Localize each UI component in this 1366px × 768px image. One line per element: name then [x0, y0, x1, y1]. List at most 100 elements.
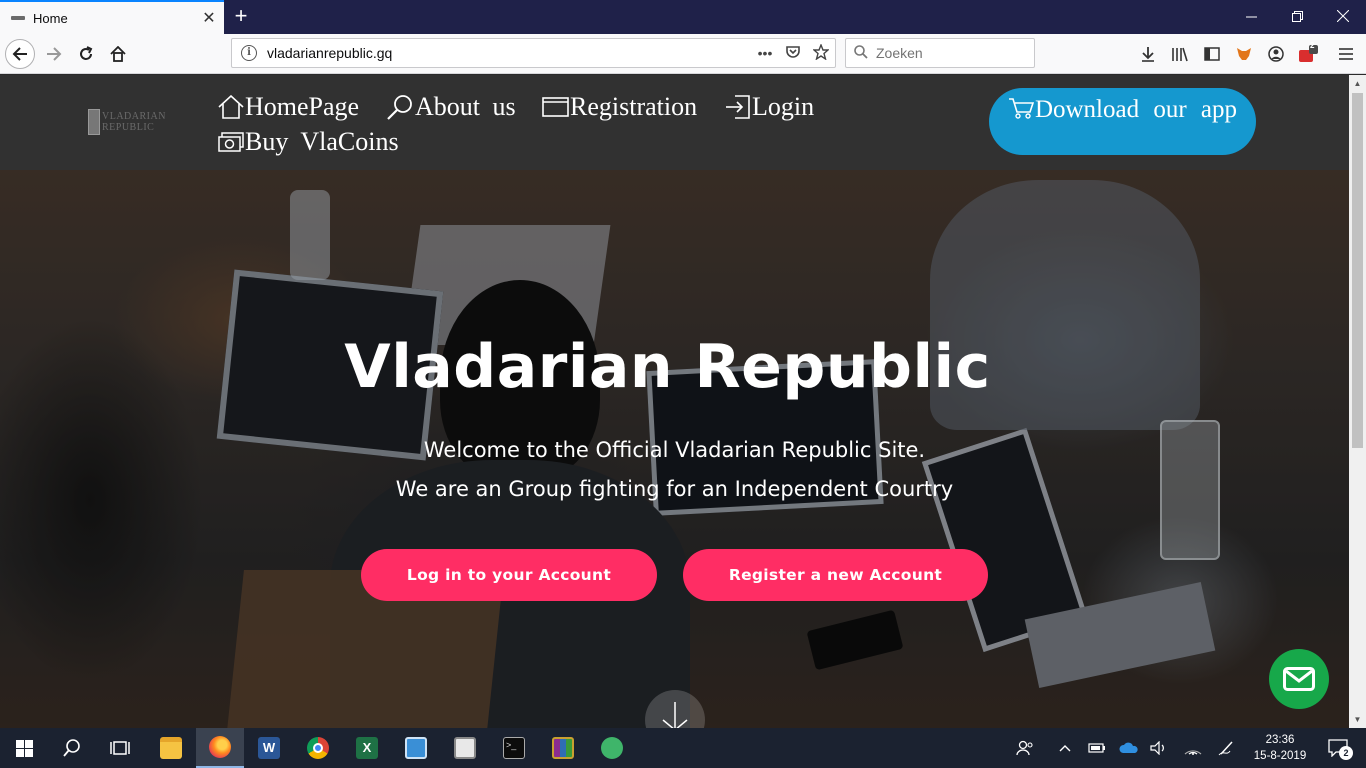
logo-line-2: REPUBLIC	[102, 122, 155, 133]
restore-button[interactable]	[1274, 0, 1320, 34]
action-center-button[interactable]: 2	[1318, 728, 1358, 768]
hero-title: Vladarian Republic	[344, 332, 991, 402]
forward-button[interactable]	[39, 39, 69, 69]
tab-home[interactable]: Home ✕	[0, 0, 224, 34]
close-window-button[interactable]	[1320, 0, 1366, 34]
hero-subtitle-2: We are an Group fighting for an Independ…	[395, 477, 954, 501]
download-app-button[interactable]: Download our app	[989, 88, 1256, 155]
library-icon[interactable]	[1168, 42, 1192, 66]
taskbar-app-control-panel[interactable]	[392, 728, 440, 768]
chrome-icon	[307, 737, 329, 759]
calculator-icon	[454, 737, 476, 759]
taskbar-file-explorer[interactable]	[147, 728, 195, 768]
contact-mail-button[interactable]	[1269, 649, 1329, 709]
window-icon	[542, 97, 569, 117]
back-button[interactable]	[5, 39, 35, 69]
money-icon	[218, 132, 244, 152]
taskbar-search-button[interactable]	[48, 728, 96, 768]
search-placeholder: Zoeken	[876, 45, 923, 61]
tower-logo-icon	[88, 109, 100, 135]
browser-tab-bar: Home ✕ +	[0, 0, 1366, 34]
address-bar[interactable]: i vladarianrepublic.gq •••	[231, 38, 836, 68]
download-app-label: Download our app	[1034, 96, 1238, 123]
nav-registration[interactable]: Registration	[542, 92, 697, 122]
taskbar-excel[interactable]: X	[343, 728, 391, 768]
pocket-icon[interactable]	[779, 45, 807, 62]
search-icon	[63, 739, 80, 757]
scroll-down-arrow-icon[interactable]: ▼	[1349, 711, 1366, 728]
sidebar-icon[interactable]	[1200, 42, 1224, 66]
tab-favicon-icon	[11, 16, 25, 20]
taskbar-calculator[interactable]	[441, 728, 489, 768]
nav-homepage-label: HomePage	[245, 92, 360, 121]
nav-homepage[interactable]: HomePage	[218, 92, 359, 122]
home-button[interactable]	[103, 39, 133, 69]
nav-about-us[interactable]: About us	[386, 92, 516, 122]
task-view-button[interactable]	[96, 728, 144, 768]
page-actions-icon[interactable]: •••	[751, 45, 779, 61]
menu-icon[interactable]	[1334, 42, 1358, 66]
page-scrollbar[interactable]: ▲ ▼	[1349, 75, 1366, 728]
windows-logo-icon	[15, 739, 33, 757]
taskbar-word[interactable]: W	[245, 728, 293, 768]
start-button[interactable]	[0, 728, 48, 768]
minimize-icon	[1245, 16, 1257, 18]
arrow-down-icon	[662, 702, 688, 728]
new-tab-button[interactable]: +	[226, 3, 256, 31]
windows-taskbar: W X >_ 23:36 15-8-2019 2	[0, 728, 1366, 768]
scroll-up-arrow-icon[interactable]: ▲	[1349, 75, 1366, 92]
taskbar-firefox[interactable]	[196, 728, 244, 768]
scrollbar-thumb[interactable]	[1352, 93, 1363, 448]
url-text[interactable]: vladarianrepublic.gq	[267, 45, 751, 61]
forward-arrow-icon	[47, 47, 62, 61]
terminal-icon: >_	[503, 737, 525, 759]
restore-icon	[1291, 11, 1303, 22]
nav-login-label: Login	[752, 92, 815, 121]
wifi-icon[interactable]	[1180, 728, 1206, 768]
notification-count-badge: 2	[1339, 746, 1353, 760]
people-icon[interactable]	[1010, 728, 1040, 768]
onedrive-cloud-icon[interactable]	[1116, 728, 1142, 768]
taskbar-chrome[interactable]	[294, 728, 342, 768]
control-panel-icon	[405, 737, 427, 759]
nav-login[interactable]: Login	[725, 92, 814, 122]
task-view-icon	[110, 741, 130, 755]
reload-icon	[80, 46, 93, 60]
site-header: VLADARIAN REPUBLIC HomePage About us Reg…	[0, 75, 1349, 170]
pen-ink-icon[interactable]	[1214, 728, 1240, 768]
firefox-icon	[209, 736, 231, 758]
bookmark-star-icon[interactable]	[807, 42, 835, 63]
taskbar-send-app[interactable]	[588, 728, 636, 768]
nav-about-label: About us	[415, 92, 516, 121]
home-icon	[110, 46, 126, 62]
volume-icon[interactable]	[1146, 728, 1172, 768]
login-account-button[interactable]: Log in to your Account	[361, 549, 657, 601]
logo-line-1: VLADARIAN	[102, 111, 166, 122]
taskbar-clock[interactable]: 23:36 15-8-2019	[1250, 732, 1310, 764]
show-hidden-icons-chevron-icon[interactable]	[1052, 728, 1078, 768]
back-arrow-icon	[12, 47, 27, 61]
hero-section: Vladarian Republic Welcome to the Offici…	[0, 170, 1349, 728]
site-info-icon[interactable]: i	[241, 45, 257, 61]
tab-close-icon[interactable]: ✕	[194, 8, 224, 28]
site-logo[interactable]: VLADARIAN REPUBLIC	[88, 107, 170, 137]
taskbar-winrar[interactable]	[539, 728, 587, 768]
excel-icon: X	[356, 737, 378, 759]
page-viewport: VLADARIAN REPUBLIC HomePage About us Reg…	[0, 75, 1366, 728]
search-input[interactable]: Zoeken	[845, 38, 1035, 68]
minimize-button[interactable]	[1228, 0, 1274, 34]
nav-buy-vlacoins[interactable]: Buy VlaCoins	[218, 127, 399, 157]
metamask-extension-icon[interactable]	[1232, 42, 1256, 66]
downloads-icon[interactable]	[1136, 42, 1160, 66]
nav-buy-label: Buy VlaCoins	[245, 127, 399, 156]
close-icon	[1336, 9, 1350, 23]
register-account-button[interactable]: Register a new Account	[683, 549, 988, 601]
send-arrow-icon	[601, 737, 623, 759]
winrar-icon	[552, 737, 574, 759]
extension-badge-icon[interactable]: 2	[1296, 41, 1320, 66]
battery-icon[interactable]	[1084, 728, 1110, 768]
nav-registration-label: Registration	[570, 92, 698, 121]
reload-button[interactable]	[71, 39, 101, 69]
account-icon[interactable]	[1264, 42, 1288, 66]
taskbar-terminal[interactable]: >_	[490, 728, 538, 768]
